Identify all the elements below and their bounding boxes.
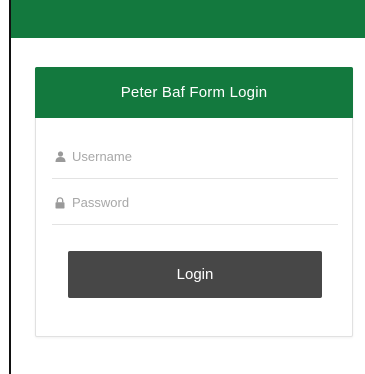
user-icon (54, 151, 66, 163)
form-title: Peter Baf Form Login (120, 84, 268, 101)
login-card: Peter Baf Form Login Login (35, 67, 353, 337)
username-field[interactable] (52, 135, 338, 179)
lock-icon (54, 196, 66, 209)
card-header: Peter Baf Form Login (35, 67, 353, 118)
login-button[interactable]: Login (68, 251, 322, 298)
username-input[interactable] (72, 149, 322, 164)
password-input[interactable] (72, 195, 322, 210)
top-bar (11, 0, 365, 38)
password-field[interactable] (52, 181, 338, 225)
